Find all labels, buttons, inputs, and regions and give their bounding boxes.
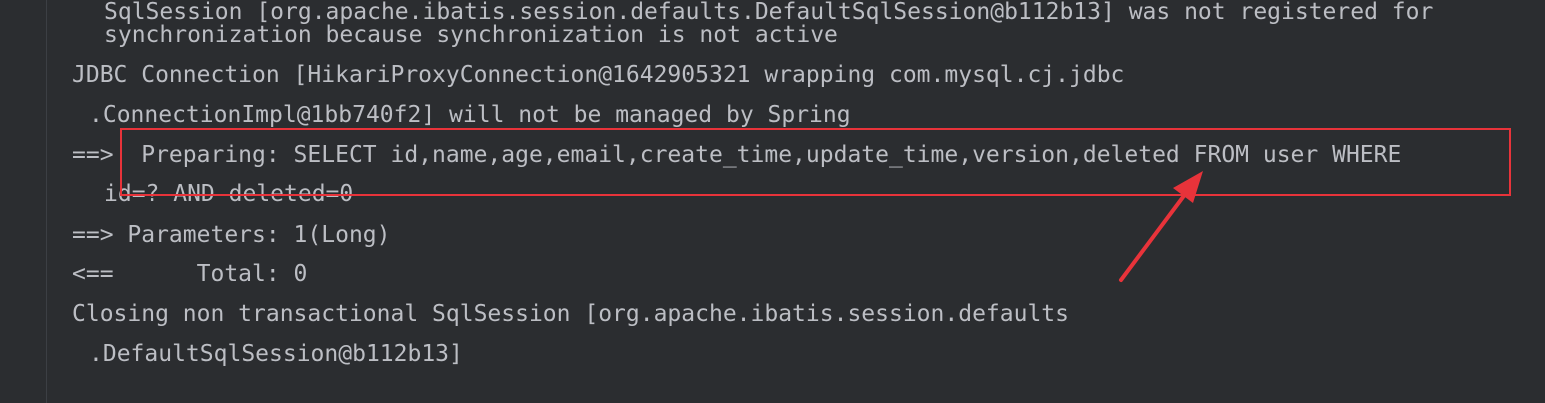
console-line-preparing-sql: ==> Preparing: SELECT id,name,age,email,… bbox=[72, 142, 1402, 168]
console-line-closing-sqlsession: Closing non transactional SqlSession [or… bbox=[72, 301, 1069, 327]
console-window: SqlSession [org.apache.ibatis.session.de… bbox=[0, 0, 1545, 403]
console-line-default-sqlsession: .DefaultSqlSession@b112b13] bbox=[89, 341, 463, 367]
console-line-synchronization-not-active: synchronization because synchronization … bbox=[104, 22, 838, 48]
console-line-sql-where-clause: id=? AND deleted=0 bbox=[104, 181, 354, 207]
console-line-total: <== Total: 0 bbox=[72, 261, 308, 287]
console-output[interactable]: SqlSession [org.apache.ibatis.session.de… bbox=[47, 0, 1545, 403]
console-line-parameters: ==> Parameters: 1(Long) bbox=[72, 222, 391, 248]
editor-gutter bbox=[0, 0, 46, 403]
console-line-connection-impl: .ConnectionImpl@1bb740f2] will not be ma… bbox=[89, 102, 851, 128]
console-line-jdbc-connection: JDBC Connection [HikariProxyConnection@1… bbox=[72, 62, 1125, 88]
